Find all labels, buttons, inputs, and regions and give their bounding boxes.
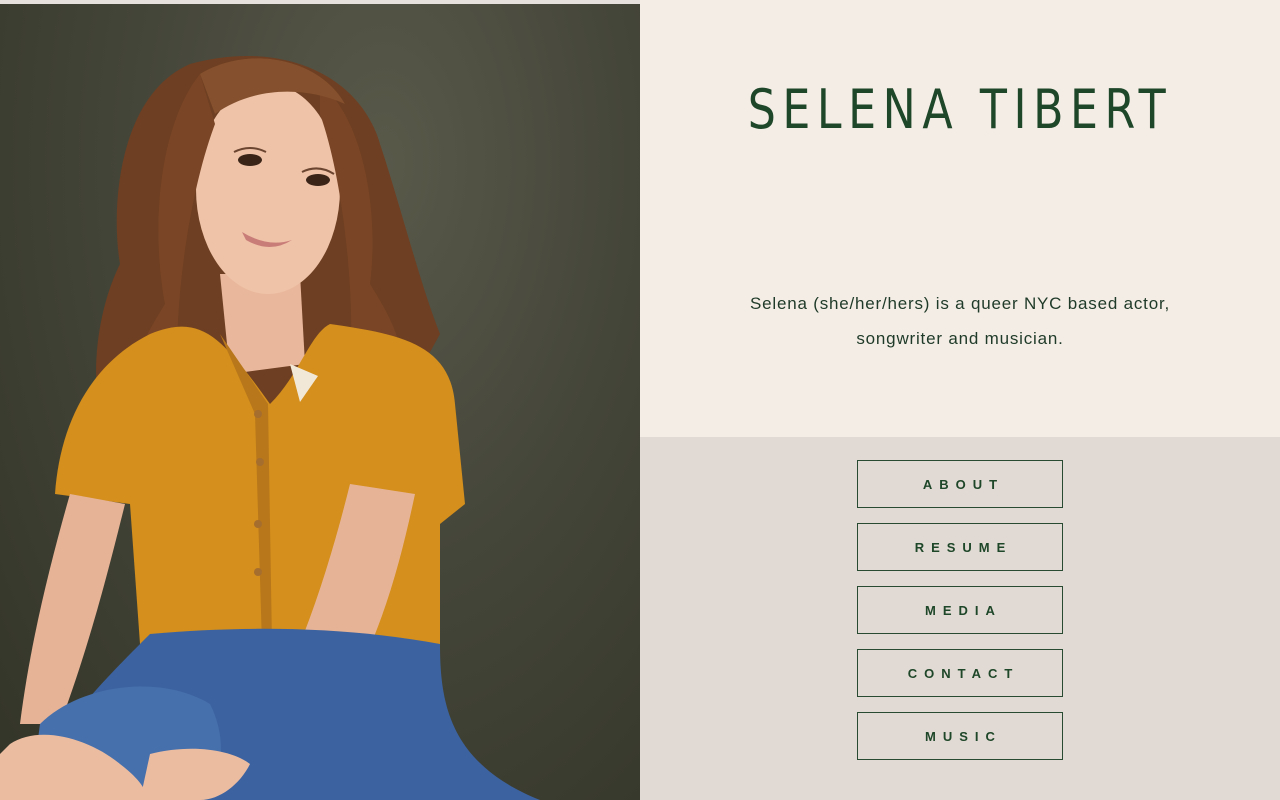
nav-contact-button[interactable]: CONTACT	[857, 649, 1063, 697]
intro-panel: SELENA TIBERT Selena (she/her/hers) is a…	[640, 0, 1280, 437]
bio-line-1: Selena (she/her/hers) is a queer NYC bas…	[749, 294, 1170, 313]
main-navigation: ABOUT RESUME MEDIA CONTACT MUSIC	[857, 460, 1063, 775]
nav-panel: ABOUT RESUME MEDIA CONTACT MUSIC	[640, 437, 1280, 800]
page: SELENA TIBERT Selena (she/her/hers) is a…	[0, 0, 1280, 800]
nav-about-button[interactable]: ABOUT	[857, 460, 1063, 508]
portrait-photo	[0, 4, 640, 800]
nav-music-button[interactable]: MUSIC	[857, 712, 1063, 760]
site-title: SELENA TIBERT	[747, 78, 1173, 141]
bio-line-2: songwriter and musician.	[856, 329, 1064, 348]
nav-resume-button[interactable]: RESUME	[857, 523, 1063, 571]
bio-text: Selena (she/her/hers) is a queer NYC bas…	[720, 286, 1200, 356]
nav-media-button[interactable]: MEDIA	[857, 586, 1063, 634]
portrait-illustration	[0, 55, 540, 800]
